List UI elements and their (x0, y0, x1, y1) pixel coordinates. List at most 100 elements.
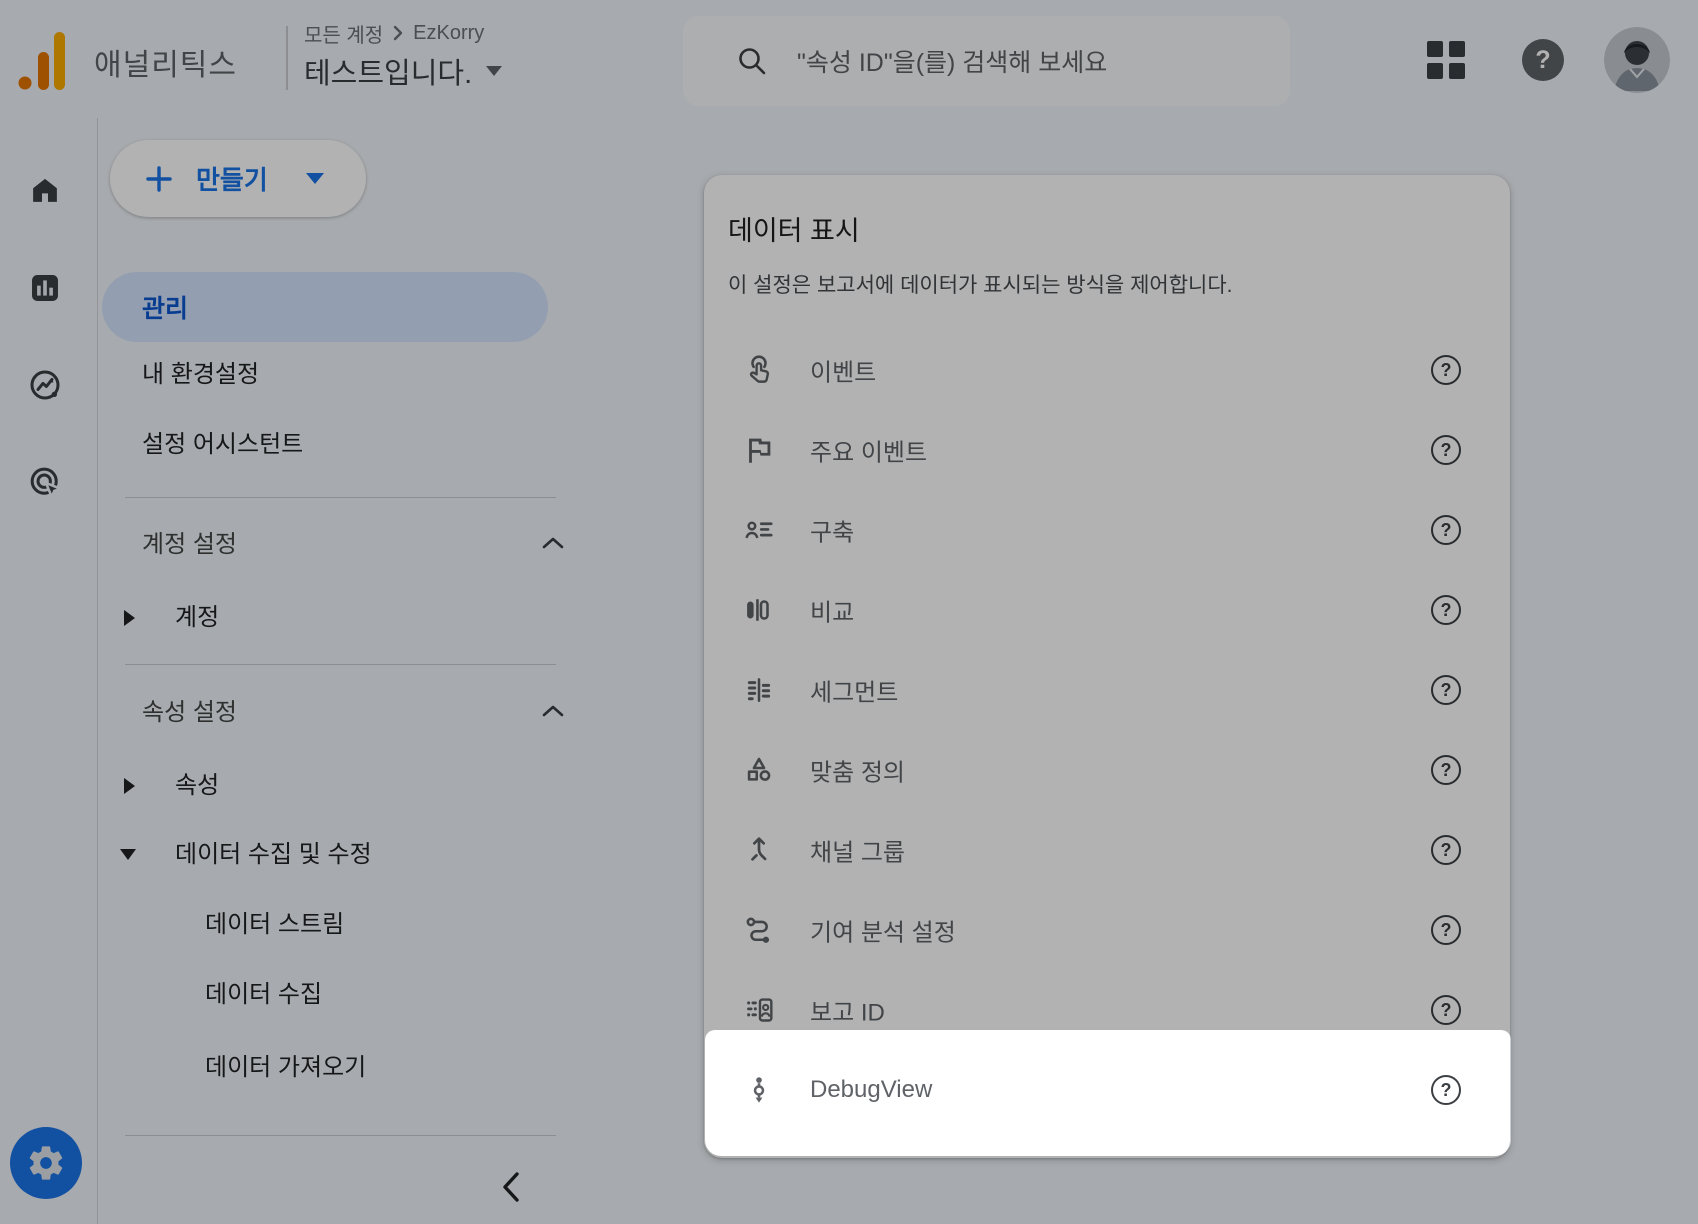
nav-item-admin[interactable]: 관리 (102, 272, 548, 342)
card-description: 이 설정은 보고서에 데이터가 표시되는 방식을 제어합니다. (728, 269, 1233, 299)
search-icon (735, 44, 769, 78)
collapse-arrow-icon[interactable] (120, 849, 136, 860)
question-glyph: ? (1441, 760, 1452, 781)
plus-icon (144, 164, 174, 194)
help-icon[interactable]: ? (1431, 835, 1461, 865)
help-icon[interactable]: ? (1431, 915, 1461, 945)
row-label: 세그먼트 (810, 673, 898, 708)
data-display-card: 데이터 표시 이 설정은 보고서에 데이터가 표시되는 방식을 제어합니다. 이… (704, 175, 1510, 1158)
analytics-logo-icon (16, 26, 82, 92)
row-label: 채널 그룹 (810, 833, 905, 868)
account-switcher[interactable]: 모든 계정 EzKorry 테스트입니다. (304, 20, 502, 92)
apps-grid-icon[interactable] (1427, 41, 1465, 79)
row-audiences[interactable]: 구축 ? (704, 490, 1510, 570)
collapse-nav-chevron-icon[interactable] (492, 1168, 530, 1206)
section-account-settings[interactable]: 계정 설정 (142, 531, 237, 559)
header-divider (286, 26, 288, 90)
expand-arrow-icon[interactable] (124, 610, 135, 626)
question-glyph: ? (1441, 520, 1452, 541)
nav-item-account[interactable]: 계정 (175, 604, 219, 632)
nav-divider (125, 664, 556, 665)
row-key-events[interactable]: 주요 이벤트 ? (704, 410, 1510, 490)
flag-icon (742, 433, 776, 467)
section-property-settings[interactable]: 속성 설정 (142, 699, 237, 727)
merge-arrow-icon (742, 833, 776, 867)
home-icon[interactable] (23, 168, 67, 212)
compare-icon (742, 593, 776, 627)
help-icon[interactable]: ? (1431, 355, 1461, 385)
question-glyph: ? (1441, 1000, 1452, 1021)
nav-item-data-collection[interactable]: 데이터 수집 (205, 981, 322, 1009)
row-label: DebugView (810, 1076, 932, 1104)
search-bar[interactable]: "속성 ID"을(를) 검색해 보세요 (683, 16, 1290, 106)
question-glyph: ? (1441, 1080, 1452, 1101)
row-reporting-identity[interactable]: 보고 ID ? (704, 970, 1510, 1050)
debug-track-icon (742, 1073, 776, 1107)
row-events[interactable]: 이벤트 ? (704, 330, 1510, 410)
nav-item-label: 관리 (142, 289, 188, 325)
avatar[interactable] (1604, 27, 1670, 93)
row-channel-groups[interactable]: 채널 그룹 ? (704, 810, 1510, 890)
create-button[interactable]: 만들기 (110, 140, 366, 217)
nav-item-data-import[interactable]: 데이터 가져오기 (205, 1054, 366, 1082)
nav-divider (125, 497, 556, 498)
admin-settings-gear-icon[interactable] (10, 1127, 82, 1199)
shapes-icon (742, 753, 776, 787)
grid-square (1449, 63, 1465, 79)
nav-item-setup-assistant[interactable]: 설정 어시스턴트 (142, 431, 303, 459)
id-badge-icon (742, 993, 776, 1027)
nav-divider (125, 1135, 556, 1136)
breadcrumb-account: EzKorry (413, 22, 484, 45)
row-label: 비교 (810, 593, 854, 628)
audience-icon (742, 513, 776, 547)
help-icon[interactable]: ? (1431, 515, 1461, 545)
help-icon[interactable]: ? (1431, 435, 1461, 465)
chevron-up-icon[interactable] (541, 704, 565, 718)
chevron-up-icon[interactable] (541, 536, 565, 550)
help-icon[interactable]: ? (1431, 675, 1461, 705)
row-custom-definitions[interactable]: 맞춤 정의 ? (704, 730, 1510, 810)
header-help-icon[interactable]: ? (1522, 39, 1564, 81)
grid-square (1427, 63, 1443, 79)
row-debugview[interactable]: DebugView ? (704, 1050, 1510, 1130)
nav-item-data-collection-modification[interactable]: 데이터 수집 및 수정 (175, 841, 372, 869)
card-title: 데이터 표시 (728, 209, 860, 248)
question-glyph: ? (1441, 840, 1452, 861)
property-name: 테스트입니다. (304, 50, 472, 92)
breadcrumb: 모든 계정 EzKorry (304, 20, 502, 46)
reports-bar-chart-icon[interactable] (23, 266, 67, 310)
create-dropdown-icon[interactable] (306, 173, 324, 184)
grid-square (1427, 41, 1443, 57)
question-glyph: ? (1441, 680, 1452, 701)
question-glyph: ? (1441, 920, 1452, 941)
row-label: 구축 (810, 513, 854, 548)
chevron-right-icon (391, 24, 405, 42)
help-icon[interactable]: ? (1431, 995, 1461, 1025)
nav-item-property[interactable]: 속성 (175, 772, 219, 800)
row-label: 이벤트 (810, 353, 876, 388)
row-label: 주요 이벤트 (810, 433, 927, 468)
help-icon[interactable]: ? (1431, 755, 1461, 785)
create-label: 만들기 (196, 160, 268, 197)
tap-icon (742, 353, 776, 387)
search-placeholder: "속성 ID"을(를) 검색해 보세요 (797, 43, 1107, 79)
help-icon[interactable]: ? (1431, 1075, 1461, 1105)
explore-icon[interactable] (23, 363, 67, 407)
row-attribution-settings[interactable]: 기여 분석 설정 ? (704, 890, 1510, 970)
chevron-down-icon (486, 66, 502, 76)
row-comparisons[interactable]: 비교 ? (704, 570, 1510, 650)
nav-item-data-streams[interactable]: 데이터 스트림 (205, 911, 344, 939)
row-label: 기여 분석 설정 (810, 913, 956, 948)
row-segments[interactable]: 세그먼트 ? (704, 650, 1510, 730)
expand-arrow-icon[interactable] (124, 778, 135, 794)
breadcrumb-root: 모든 계정 (304, 19, 383, 48)
help-icon[interactable]: ? (1431, 595, 1461, 625)
route-icon (742, 913, 776, 947)
row-label: 보고 ID (810, 993, 885, 1028)
settings-rows: 이벤트 ? 주요 이벤트 ? 구축 ? (704, 330, 1510, 1130)
advertising-icon[interactable] (23, 460, 67, 504)
question-glyph: ? (1441, 360, 1452, 381)
question-glyph: ? (1535, 46, 1550, 75)
analytics-admin-page: 애널리틱스 모든 계정 EzKorry 테스트입니다. "속성 ID"을(를) … (0, 0, 1698, 1224)
nav-item-my-preferences[interactable]: 내 환경설정 (142, 361, 259, 389)
